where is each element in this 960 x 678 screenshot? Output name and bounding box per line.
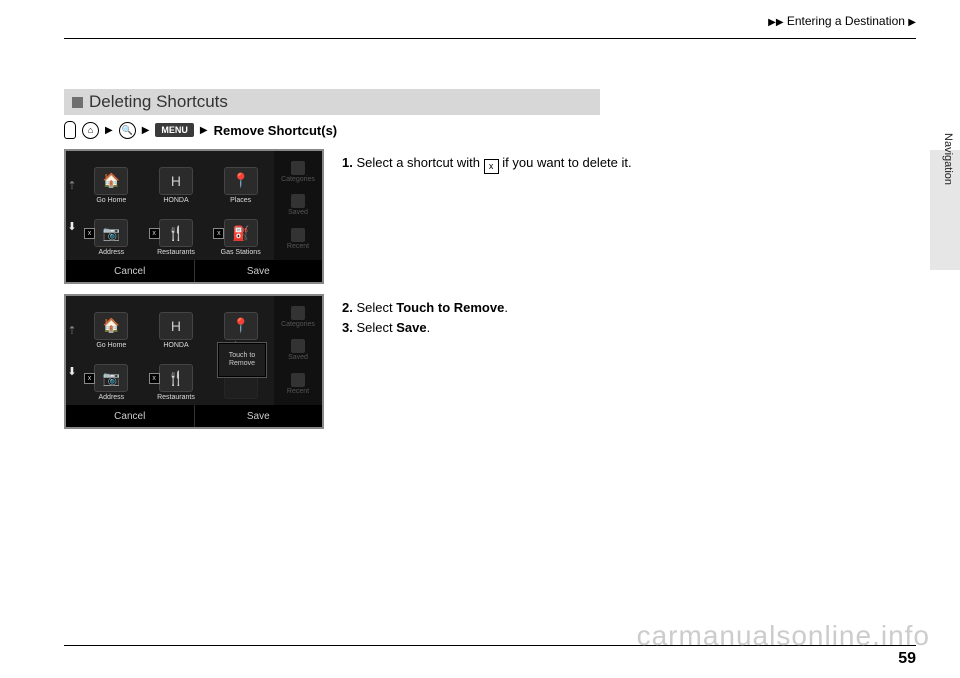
page: ▶▶ Entering a Destination ▶ Navigation D…	[0, 0, 960, 678]
save-button[interactable]: Save	[195, 260, 323, 282]
menu-button-icon: MENU	[155, 123, 194, 137]
tile-label: HONDA	[163, 342, 188, 349]
step-text: Select	[356, 300, 396, 315]
tile-restaurants[interactable]: x🍴Restaurants	[145, 353, 208, 402]
step-number: 1.	[342, 155, 353, 170]
content-area: Deleting Shortcuts ⌂ ▶ 🔍 ▶ MENU ▶ Remove…	[64, 89, 904, 429]
tile-label: Go Home	[96, 342, 126, 349]
instruction-path: ⌂ ▶ 🔍 ▶ MENU ▶ Remove Shortcut(s)	[64, 121, 904, 139]
side-label: Saved	[288, 354, 308, 361]
cancel-button[interactable]: Cancel	[66, 405, 195, 427]
step-number: 2.	[342, 300, 353, 315]
breadcrumb-suffix: ▶	[908, 17, 916, 28]
step-2: 2. Select Touch to Remove.	[342, 298, 904, 318]
tile-label: Address	[98, 249, 124, 256]
tile-label: Places	[230, 197, 251, 204]
scroll-arrows: ⇡ ⬇	[66, 296, 78, 405]
tile-label: Go Home	[96, 197, 126, 204]
page-number: 59	[898, 650, 916, 668]
shortcut-grid: 🏠Go Home HHONDA 📍Places x📷Address x🍴Rest…	[78, 151, 274, 260]
tile-gas[interactable]: x⛽Gas Stations	[209, 208, 272, 257]
screenshot-body: ⇡ ⬇ 🏠Go Home HHONDA 📍Places x📷Address x🍴…	[66, 151, 322, 260]
arrow-icon: ▶	[200, 125, 208, 136]
side-recent[interactable]: Recent	[287, 228, 309, 250]
down-arrow-icon: ⬇	[67, 220, 76, 233]
watermark: carmanualsonline.info	[637, 620, 930, 652]
side-label: Recent	[287, 388, 309, 395]
side-label: Categories	[281, 321, 315, 328]
section-bullet-icon	[72, 97, 83, 108]
tile-label: Restaurants	[157, 394, 195, 401]
step-text: Select	[356, 320, 396, 335]
x-icon: x	[484, 159, 499, 174]
breadcrumb-text: Entering a Destination	[787, 14, 905, 28]
header-breadcrumb: ▶▶ Entering a Destination ▶	[768, 14, 916, 28]
screenshot-footer: Cancel Save	[66, 405, 322, 427]
arrow-icon: ▶	[142, 125, 150, 136]
tile-honda[interactable]: HHONDA	[145, 155, 208, 204]
step-2-3-text: 2. Select Touch to Remove. 3. Select Sav…	[342, 294, 904, 429]
side-categories[interactable]: Categories	[281, 306, 315, 328]
step-row-2: ⇡ ⬇ 🏠Go Home HHONDA 📍Places x📷Address x🍴…	[64, 294, 904, 429]
tile-label: HONDA	[163, 197, 188, 204]
up-arrow-icon: ⇡	[67, 324, 76, 337]
breadcrumb-prefix: ▶▶	[768, 17, 783, 28]
voice-icon	[64, 121, 76, 139]
touch-to-remove-popup[interactable]: Touch to Remove	[218, 343, 266, 377]
step-text: if you want to delete it.	[502, 155, 631, 170]
side-label: Recent	[287, 243, 309, 250]
tile-address[interactable]: x📷Address	[80, 353, 143, 402]
side-saved[interactable]: Saved	[288, 194, 308, 216]
step-bold: Save	[396, 320, 426, 335]
step-text: .	[427, 320, 431, 335]
tile-label: Gas Stations	[221, 249, 261, 256]
header-divider	[64, 38, 916, 39]
up-arrow-icon: ⇡	[67, 179, 76, 192]
action-label: Remove Shortcut(s)	[214, 123, 338, 138]
tile-restaurants[interactable]: x🍴Restaurants	[145, 208, 208, 257]
step-text: .	[504, 300, 508, 315]
side-label: Saved	[288, 209, 308, 216]
tile-label: Restaurants	[157, 249, 195, 256]
tile-label: Address	[98, 394, 124, 401]
tile-address[interactable]: x📷Address	[80, 208, 143, 257]
step-1-text: 1. Select a shortcut with x if you want …	[342, 149, 904, 284]
side-menu: Categories Saved Recent	[274, 151, 322, 260]
step-row-1: ⇡ ⬇ 🏠Go Home HHONDA 📍Places x📷Address x🍴…	[64, 149, 904, 284]
step-3: 3. Select Save.	[342, 318, 904, 338]
tile-honda[interactable]: HHONDA	[145, 300, 208, 349]
section-title: Deleting Shortcuts	[64, 89, 600, 115]
side-menu: Categories Saved Recent	[274, 296, 322, 405]
step-text: Select a shortcut with	[356, 155, 483, 170]
tile-places[interactable]: 📍Places	[209, 300, 272, 349]
nav-icon: ⌂	[82, 122, 99, 139]
side-categories[interactable]: Categories	[281, 161, 315, 183]
scroll-arrows: ⇡ ⬇	[66, 151, 78, 260]
side-tab-label: Navigation	[942, 133, 954, 185]
side-saved[interactable]: Saved	[288, 339, 308, 361]
screenshot-body: ⇡ ⬇ 🏠Go Home HHONDA 📍Places x📷Address x🍴…	[66, 296, 322, 405]
tile-places[interactable]: 📍Places	[209, 155, 272, 204]
screenshot-2: ⇡ ⬇ 🏠Go Home HHONDA 📍Places x📷Address x🍴…	[64, 294, 324, 429]
screenshot-1: ⇡ ⬇ 🏠Go Home HHONDA 📍Places x📷Address x🍴…	[64, 149, 324, 284]
step-bold: Touch to Remove	[396, 300, 504, 315]
search-icon: 🔍	[119, 122, 136, 139]
screenshot-footer: Cancel Save	[66, 260, 322, 282]
down-arrow-icon: ⬇	[67, 365, 76, 378]
save-button[interactable]: Save	[195, 405, 323, 427]
tile-go-home[interactable]: 🏠Go Home	[80, 300, 143, 349]
side-recent[interactable]: Recent	[287, 373, 309, 395]
side-label: Categories	[281, 176, 315, 183]
tile-go-home[interactable]: 🏠Go Home	[80, 155, 143, 204]
section-title-text: Deleting Shortcuts	[89, 92, 228, 112]
cancel-button[interactable]: Cancel	[66, 260, 195, 282]
arrow-icon: ▶	[105, 125, 113, 136]
step-number: 3.	[342, 320, 353, 335]
